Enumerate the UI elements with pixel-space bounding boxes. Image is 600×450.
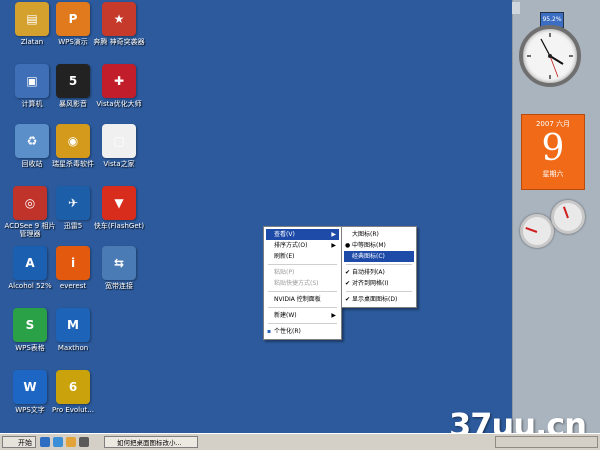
submenu-arrow-icon: ▶ <box>331 312 336 319</box>
checkmark-icon: ✔ <box>345 269 351 276</box>
everest-icon: i <box>56 246 90 280</box>
context-menu-item[interactable]: 个性化(R) ▪ <box>266 326 339 337</box>
view-submenu-item[interactable]: 显示桌面图标(D) ✔ <box>344 294 414 305</box>
acdsee-icon: ◎ <box>13 186 47 220</box>
flashget-icon: ▼ <box>102 186 136 220</box>
context-menu-item[interactable]: 排序方式(O) ▶ <box>266 240 339 251</box>
memory-needle-icon <box>562 206 569 219</box>
view-submenu-item-label: 中等图标(M) <box>352 242 386 249</box>
context-menu-item-label: 新建(W) <box>274 312 297 319</box>
context-menu-item[interactable]: 粘贴(P) <box>266 267 339 278</box>
context-menu-item-label: NVIDIA 控制面板 <box>274 296 321 303</box>
view-submenu-item[interactable]: 经典图标(C) <box>344 251 414 262</box>
context-menu-item[interactable]: 粘贴快捷方式(S) <box>266 278 339 289</box>
rising-antivirus-icon: ◉ <box>56 124 90 158</box>
computer-icon: ▣ <box>15 64 49 98</box>
wps-presentation-icon: P <box>56 2 90 36</box>
view-submenu-item[interactable]: 中等图标(M) ● <box>344 240 414 251</box>
view-submenu-item-label: 显示桌面图标(D) <box>352 296 398 303</box>
calendar-gadget[interactable]: 2007 六月 9 星期六 <box>521 114 585 190</box>
calendar-day: 9 <box>541 128 565 169</box>
desktop-icon-label: 快车(FlashGet) <box>93 222 145 230</box>
system-tray[interactable] <box>495 436 598 448</box>
zlatan-folder-icon: ▤ <box>15 2 49 36</box>
memory-meter-gadget[interactable] <box>551 200 585 234</box>
maxthon-icon: M <box>56 308 90 342</box>
context-menu-item-label: 排序方式(O) <box>274 242 308 249</box>
context-menu-item-label: 刷新(E) <box>274 253 295 260</box>
view-submenu-item[interactable]: 对齐到网格(I) ✔ <box>344 278 414 289</box>
thunder5-icon: ✈ <box>56 186 90 220</box>
wps-spreadsheet-icon: S <box>13 308 47 342</box>
ie-icon[interactable] <box>53 437 63 447</box>
view-submenu-item-label: 自动排列(A) <box>352 269 385 276</box>
context-menu-item[interactable]: 刷新(E) <box>266 251 339 262</box>
context-menu-item[interactable]: 新建(W) ▶ <box>266 310 339 321</box>
menu-separator <box>268 307 337 308</box>
menu-separator <box>346 264 412 265</box>
desktop-icon-label: 宽带连接 <box>105 282 133 290</box>
menu-separator <box>268 264 337 265</box>
benteng-game-desktop-icon[interactable]: ★ 奔腾 神奇突袭器 <box>92 2 146 46</box>
submenu-arrow-icon: ▶ <box>331 231 336 238</box>
show-desktop-icon[interactable] <box>40 437 50 447</box>
taskbar: 开始 如何把桌面图标改小... <box>0 433 600 450</box>
context-menu-item-label: 个性化(R) <box>274 328 301 335</box>
calendar-weekday: 星期六 <box>542 170 564 178</box>
cpu-meter-gadget[interactable] <box>520 214 554 248</box>
context-menu-item[interactable]: NVIDIA 控制面板 <box>266 294 339 305</box>
checkmark-icon: ✔ <box>345 296 351 303</box>
vista-home-icon: ▢ <box>102 124 136 158</box>
broadband-desktop-icon[interactable]: ⇆ 宽带连接 <box>92 246 146 290</box>
view-submenu-item-label: 对齐到网格(I) <box>352 280 389 287</box>
view-submenu-item[interactable]: 大图标(R) <box>344 229 414 240</box>
context-menu-item-label: 查看(V) <box>274 231 295 238</box>
submenu-arrow-icon: ▶ <box>331 242 336 249</box>
view-submenu-item-label: 大图标(R) <box>352 231 379 238</box>
sidebar-toggle-button[interactable] <box>512 2 520 14</box>
personalize-icon: ▪ <box>267 328 272 335</box>
wps-writer-icon: W <box>13 370 47 404</box>
menu-separator <box>346 291 412 292</box>
desktop-icon-label: Pro Evolut... <box>52 406 94 414</box>
broadband-icon: ⇆ <box>102 246 136 280</box>
desktop-icon-label: 奔腾 神奇突袭器 <box>93 38 145 46</box>
context-menu-item[interactable]: 查看(V) ▶ <box>266 229 339 240</box>
cpu-needle-icon <box>525 226 538 233</box>
baofeng-player-icon: 5 <box>56 64 90 98</box>
clock-gadget[interactable] <box>519 25 581 87</box>
desktop-icon-label: Maxthon <box>57 344 89 352</box>
folder-icon[interactable] <box>66 437 76 447</box>
media-icon[interactable] <box>79 437 89 447</box>
start-button[interactable]: 开始 <box>2 436 36 448</box>
desktop-context-menu: 查看(V) ▶ 排序方式(O) ▶ 刷新(E) 粘贴(P) 粘贴快捷方式(S) NVIDIA … <box>263 226 342 340</box>
pro-evolution-desktop-icon[interactable]: 6 Pro Evolut... <box>46 370 100 414</box>
view-submenu: 大图标(R) 中等图标(M) ● 经典图标(C) 自动排列(A) ✔ 对齐到网格(I) ✔ 显示… <box>341 226 417 308</box>
vista-home-desktop-icon[interactable]: ▢ Vista之家 <box>92 124 146 168</box>
menu-separator <box>268 291 337 292</box>
recycle-bin-icon: ♻ <box>15 124 49 158</box>
context-menu-item-label: 粘贴(P) <box>274 269 295 276</box>
desktop-icon-label: Vista优化大师 <box>96 100 142 108</box>
view-submenu-item-label: 经典图标(C) <box>352 253 385 260</box>
flashget-desktop-icon[interactable]: ▼ 快车(FlashGet) <box>92 186 146 230</box>
vista-optimizer-icon: ✚ <box>102 64 136 98</box>
pro-evolution-icon: 6 <box>56 370 90 404</box>
menu-separator <box>268 323 337 324</box>
benteng-game-icon: ★ <box>102 2 136 36</box>
clock-face-icon <box>527 33 573 79</box>
alcohol-icon: A <box>13 246 47 280</box>
desktop-icon-label: Vista之家 <box>103 160 135 168</box>
vista-optimizer-desktop-icon[interactable]: ✚ Vista优化大师 <box>92 64 146 108</box>
taskbar-window-button[interactable]: 如何把桌面图标改小... <box>104 436 198 448</box>
radio-dot-icon: ● <box>345 242 351 249</box>
checkmark-icon: ✔ <box>345 280 351 287</box>
context-menu-item-label: 粘贴快捷方式(S) <box>274 280 319 287</box>
view-submenu-item[interactable]: 自动排列(A) ✔ <box>344 267 414 278</box>
maxthon-desktop-icon[interactable]: M Maxthon <box>46 308 100 352</box>
